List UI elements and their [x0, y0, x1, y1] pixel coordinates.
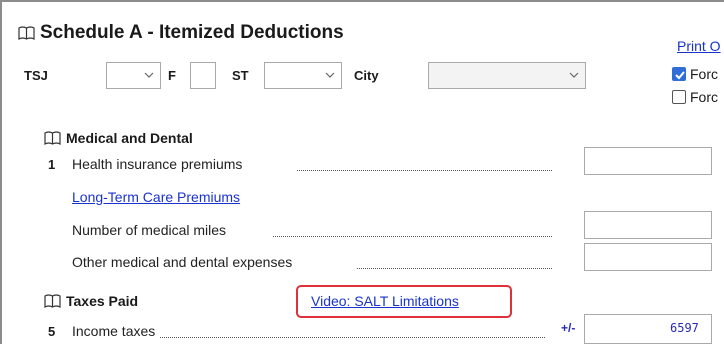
- page-title: Schedule A - Itemized Deductions: [40, 22, 344, 43]
- print-options-link[interactable]: Print O: [677, 38, 721, 54]
- option1-label: Forc: [690, 66, 718, 82]
- health-insurance-label: Health insurance premiums: [72, 156, 243, 172]
- line-number: 5: [48, 324, 56, 339]
- income-taxes-value: 6597: [670, 321, 699, 335]
- adjust-button[interactable]: +/-: [561, 321, 575, 335]
- city-select[interactable]: [428, 62, 586, 89]
- income-taxes-label: Income taxes: [72, 323, 156, 339]
- leader-dots: [160, 336, 545, 338]
- other-medical-input[interactable]: [584, 243, 712, 271]
- salt-video-link[interactable]: Video: SALT Limitations: [311, 293, 459, 309]
- medical-section-title: Medical and Dental: [66, 130, 193, 146]
- city-label: City: [354, 68, 379, 83]
- long-term-care-link[interactable]: Long-Term Care Premiums: [72, 189, 240, 205]
- chevron-down-icon: [144, 72, 154, 78]
- book-icon[interactable]: [44, 131, 61, 145]
- taxes-section-title: Taxes Paid: [66, 293, 139, 309]
- option1-checkbox[interactable]: [672, 67, 686, 81]
- chevron-down-icon: [325, 72, 335, 78]
- other-medical-label: Other medical and dental expenses: [72, 254, 293, 270]
- checkmark-icon: [675, 71, 685, 80]
- book-icon[interactable]: [44, 294, 61, 308]
- f-field[interactable]: [190, 62, 216, 89]
- leader-dots: [297, 169, 552, 171]
- st-label: ST: [232, 68, 249, 83]
- option2-label: Forc: [690, 89, 718, 105]
- chevron-down-icon: [569, 72, 579, 78]
- option2-checkbox[interactable]: [672, 90, 686, 104]
- medical-miles-input[interactable]: [584, 211, 712, 239]
- leader-dots: [357, 267, 552, 269]
- medical-miles-label: Number of medical miles: [72, 222, 227, 238]
- tsj-select[interactable]: [106, 62, 161, 89]
- book-icon[interactable]: [18, 26, 35, 40]
- leader-dots: [273, 235, 552, 237]
- f-label: F: [168, 68, 176, 83]
- tsj-label: TSJ: [24, 68, 48, 83]
- health-insurance-input[interactable]: [584, 147, 712, 175]
- line-number: 1: [48, 157, 56, 172]
- st-select[interactable]: [264, 62, 342, 89]
